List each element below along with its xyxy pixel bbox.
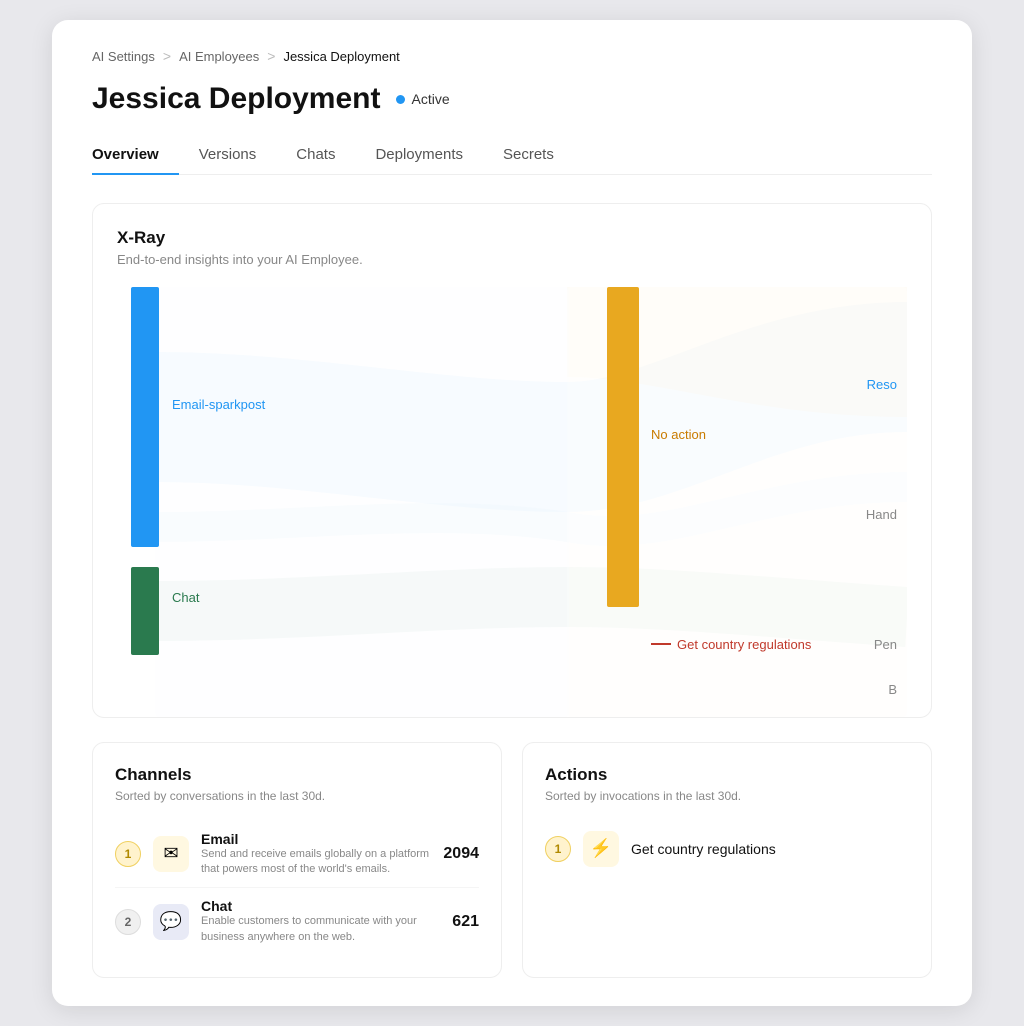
tab-overview[interactable]: Overview	[92, 136, 179, 175]
sankey-bg	[117, 287, 907, 717]
label-b: B	[888, 682, 897, 697]
rank-badge-1: 1	[115, 841, 141, 867]
action-name-1: Get country regulations	[631, 841, 776, 857]
tab-secrets[interactable]: Secrets	[483, 136, 574, 175]
xray-title: X-Ray	[117, 228, 907, 248]
top-section: AI Settings > AI Employees > Jessica Dep…	[52, 20, 972, 175]
label-hand: Hand	[866, 507, 897, 522]
chat-channel-count: 621	[452, 913, 479, 931]
channels-subtitle: Sorted by conversations in the last 30d.	[115, 789, 479, 803]
label-pen: Pen	[874, 637, 897, 652]
actions-subtitle: Sorted by invocations in the last 30d.	[545, 789, 909, 803]
actions-card: Actions Sorted by invocations in the las…	[522, 742, 932, 979]
main-card: AI Settings > AI Employees > Jessica Dep…	[52, 20, 972, 1006]
channels-card: Channels Sorted by conversations in the …	[92, 742, 502, 979]
label-email: Email-sparkpost	[172, 397, 265, 412]
email-channel-info: Email Send and receive emails globally o…	[201, 831, 431, 878]
title-row: Jessica Deployment Active	[92, 82, 932, 116]
breadcrumb-ai-settings[interactable]: AI Settings	[92, 49, 155, 64]
xray-card: X-Ray End-to-end insights into your AI E…	[92, 203, 932, 718]
action-icon-1: ⚡	[583, 831, 619, 867]
chat-channel-icon: 💬	[153, 904, 189, 940]
rank-badge-2: 2	[115, 909, 141, 935]
email-icon: ✉	[163, 843, 178, 864]
breadcrumb-sep-2: >	[267, 48, 275, 64]
page-title: Jessica Deployment	[92, 82, 380, 116]
bar-chat	[131, 567, 159, 655]
main-content: X-Ray End-to-end insights into your AI E…	[52, 175, 972, 1007]
tab-deployments[interactable]: Deployments	[355, 136, 483, 175]
tab-versions[interactable]: Versions	[179, 136, 277, 175]
breadcrumb-ai-employees[interactable]: AI Employees	[179, 49, 259, 64]
breadcrumb-sep-1: >	[163, 48, 171, 64]
status-dot	[396, 95, 405, 104]
action-item-1: 1 ⚡ Get country regulations	[545, 821, 909, 877]
bar-email	[131, 287, 159, 547]
channel-item-chat: 2 💬 Chat Enable customers to communicate…	[115, 888, 479, 955]
channels-title: Channels	[115, 765, 479, 785]
xray-subtitle: End-to-end insights into your AI Employe…	[117, 252, 907, 267]
breadcrumb: AI Settings > AI Employees > Jessica Dep…	[92, 48, 932, 64]
tabs-nav: Overview Versions Chats Deployments Secr…	[92, 136, 932, 175]
label-getcountry: Get country regulations	[651, 637, 811, 652]
email-channel-name: Email	[201, 831, 431, 847]
xray-chart: Email-sparkpost Chat No action Get count…	[117, 287, 907, 717]
label-noaction: No action	[651, 427, 706, 442]
status-badge: Active	[396, 91, 449, 107]
chat-channel-name: Chat	[201, 898, 440, 914]
channel-item-email: 1 ✉ Email Send and receive emails global…	[115, 821, 479, 889]
breadcrumb-current: Jessica Deployment	[283, 49, 399, 64]
actions-title: Actions	[545, 765, 909, 785]
email-channel-desc: Send and receive emails globally on a pl…	[201, 847, 431, 878]
action-rank-1: 1	[545, 836, 571, 862]
label-chat: Chat	[172, 590, 199, 605]
chat-channel-info: Chat Enable customers to communicate wit…	[201, 898, 440, 945]
chat-icon: 💬	[160, 911, 182, 932]
bottom-row: Channels Sorted by conversations in the …	[92, 742, 932, 979]
tab-chats[interactable]: Chats	[276, 136, 355, 175]
chat-channel-desc: Enable customers to communicate with you…	[201, 914, 440, 945]
bar-noaction	[607, 287, 639, 607]
lightning-icon: ⚡	[590, 838, 612, 859]
label-reso: Reso	[867, 377, 897, 392]
email-channel-count: 2094	[443, 845, 479, 863]
email-channel-icon: ✉	[153, 836, 189, 872]
status-label: Active	[411, 91, 449, 107]
